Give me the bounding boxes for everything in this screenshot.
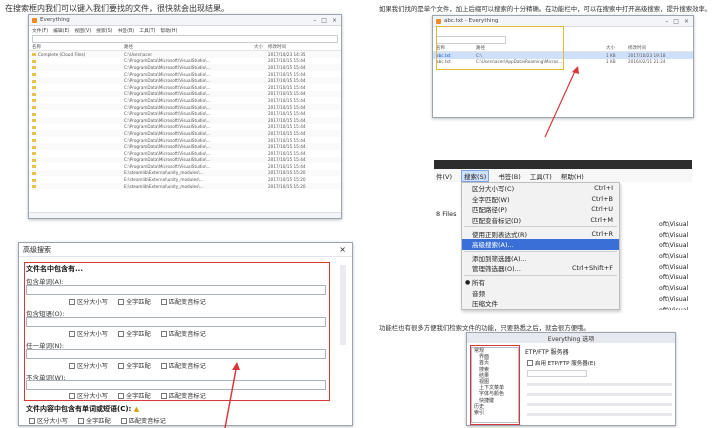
arrow-head-icon bbox=[572, 66, 579, 74]
arrow-line bbox=[544, 68, 577, 138]
arrow-line bbox=[224, 363, 238, 428]
arrow-head-icon bbox=[232, 362, 240, 370]
annotation-arrows bbox=[224, 66, 579, 428]
